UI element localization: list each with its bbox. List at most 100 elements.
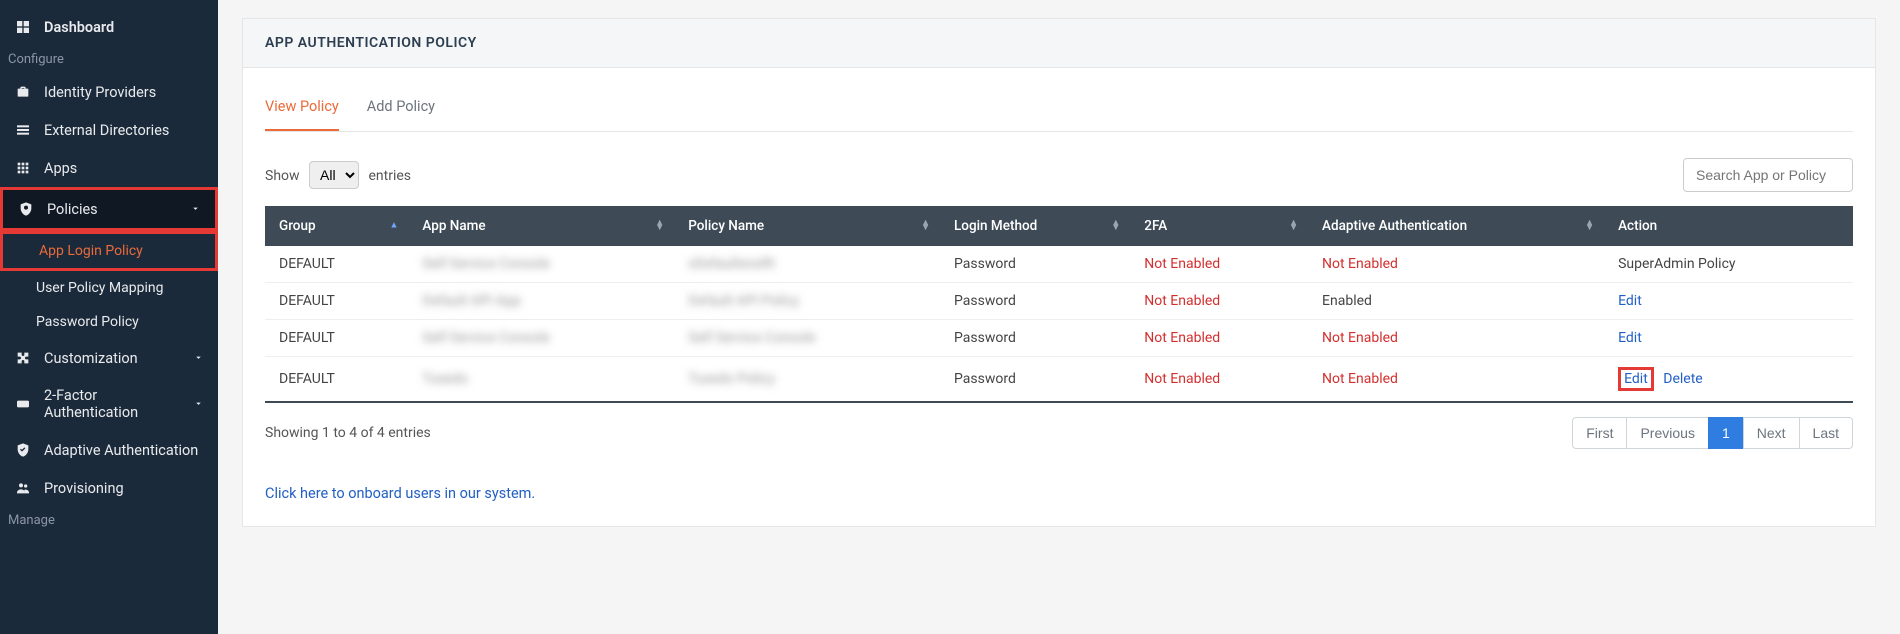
page-next[interactable]: Next bbox=[1743, 417, 1800, 449]
main-content: APP AUTHENTICATION POLICY View Policy Ad… bbox=[218, 0, 1900, 634]
nav-customization[interactable]: Customization bbox=[0, 339, 218, 377]
section-configure: Configure bbox=[0, 46, 218, 73]
entries-control: Show All entries bbox=[265, 161, 411, 189]
subnav-app-login-policy[interactable]: App Login Policy bbox=[3, 234, 215, 268]
sidebar: Dashboard Configure Identity Providers E… bbox=[0, 0, 218, 634]
page-first[interactable]: First bbox=[1572, 417, 1627, 449]
shield-icon bbox=[17, 200, 35, 218]
page-previous[interactable]: Previous bbox=[1626, 417, 1708, 449]
nav-label: Adaptive Authentication bbox=[44, 442, 198, 459]
col-policy-name[interactable]: Policy Name▲▼ bbox=[674, 206, 940, 246]
col-adaptive-auth[interactable]: Adaptive Authentication▲▼ bbox=[1308, 206, 1604, 246]
edit-link-highlighted[interactable]: Edit bbox=[1618, 367, 1654, 391]
tab-add-policy[interactable]: Add Policy bbox=[367, 98, 435, 131]
cell-login-method: Password bbox=[940, 320, 1130, 357]
col-app-name[interactable]: App Name▲▼ bbox=[408, 206, 674, 246]
users-icon bbox=[14, 479, 32, 497]
section-manage: Manage bbox=[0, 507, 218, 534]
app-login-policy-highlight: App Login Policy bbox=[0, 231, 218, 271]
puzzle-icon bbox=[14, 349, 32, 367]
nav-provisioning[interactable]: Provisioning bbox=[0, 469, 218, 507]
search-input[interactable] bbox=[1683, 158, 1853, 192]
cell-2fa: Not Enabled bbox=[1130, 283, 1308, 320]
tabs: View Policy Add Policy bbox=[265, 98, 1853, 132]
grid-icon bbox=[14, 159, 32, 177]
sort-desc-icon: ▼ bbox=[921, 226, 930, 231]
nav-label: Customization bbox=[44, 350, 138, 367]
nav-label: Provisioning bbox=[44, 480, 124, 497]
nav-identity-providers[interactable]: Identity Providers bbox=[0, 73, 218, 111]
sort-desc-icon: ▼ bbox=[1111, 226, 1120, 231]
sort-desc-icon: ▼ bbox=[1289, 226, 1298, 231]
subnav-user-policy-mapping[interactable]: User Policy Mapping bbox=[0, 271, 218, 305]
page-title: APP AUTHENTICATION POLICY bbox=[243, 19, 1875, 68]
cell-2fa: Not Enabled bbox=[1130, 246, 1308, 283]
badge-123-icon bbox=[14, 395, 32, 413]
cell-2fa: Not Enabled bbox=[1130, 320, 1308, 357]
policies-subnav: App Login Policy User Policy Mapping Pas… bbox=[0, 231, 218, 339]
nav-two-factor-auth[interactable]: 2-Factor Authentication bbox=[0, 377, 218, 431]
cell-action: Edit bbox=[1604, 283, 1853, 320]
table-footer: Showing 1 to 4 of 4 entries First Previo… bbox=[265, 417, 1853, 449]
edit-link[interactable]: Edit bbox=[1618, 293, 1642, 309]
cell-policy-name: Default API Policy bbox=[674, 283, 940, 320]
table-controls: Show All entries bbox=[265, 158, 1853, 192]
cell-action: SuperAdmin Policy bbox=[1604, 246, 1853, 283]
cell-app-name: Self Service Console bbox=[408, 320, 674, 357]
cell-policy-name: Self Service Console bbox=[674, 320, 940, 357]
table-body: DEFAULT Self Service Console xDefaultxnx… bbox=[265, 246, 1853, 402]
cell-app-name: Default API App bbox=[408, 283, 674, 320]
col-action: Action bbox=[1604, 206, 1853, 246]
page-last[interactable]: Last bbox=[1799, 417, 1853, 449]
cell-2fa: Not Enabled bbox=[1130, 357, 1308, 403]
col-group[interactable]: Group▲ bbox=[265, 206, 408, 246]
chevron-down-icon bbox=[190, 201, 201, 218]
pagination: First Previous 1 Next Last bbox=[1572, 417, 1853, 449]
nav-label: Apps bbox=[44, 160, 77, 177]
policies-highlight: Policies bbox=[0, 187, 218, 231]
cell-login-method: Password bbox=[940, 357, 1130, 403]
cell-login-method: Password bbox=[940, 246, 1130, 283]
show-label: Show bbox=[265, 168, 300, 184]
cell-app-name: Self Service Console bbox=[408, 246, 674, 283]
onboard-users-link[interactable]: Click here to onboard users in our syste… bbox=[265, 485, 535, 502]
cell-policy-name: Tuxedo Policy bbox=[674, 357, 940, 403]
nav-label: Dashboard bbox=[44, 19, 114, 36]
dashboard-icon bbox=[14, 18, 32, 36]
cell-login-method: Password bbox=[940, 283, 1130, 320]
shield-check-icon bbox=[14, 441, 32, 459]
cell-group: DEFAULT bbox=[265, 357, 408, 403]
nav-label: Identity Providers bbox=[44, 84, 156, 101]
nav-apps[interactable]: Apps bbox=[0, 149, 218, 187]
sort-asc-icon: ▲ bbox=[390, 224, 399, 229]
nav-label: External Directories bbox=[44, 122, 169, 139]
nav-adaptive-auth[interactable]: Adaptive Authentication bbox=[0, 431, 218, 469]
edit-link[interactable]: Edit bbox=[1618, 330, 1642, 346]
cell-adaptive: Not Enabled bbox=[1308, 246, 1604, 283]
page-1[interactable]: 1 bbox=[1708, 417, 1744, 449]
tab-view-policy[interactable]: View Policy bbox=[265, 98, 339, 131]
cell-action: Edit Delete bbox=[1604, 357, 1853, 403]
cell-group: DEFAULT bbox=[265, 246, 408, 283]
policies-table: Group▲ App Name▲▼ Policy Name▲▼ Login Me… bbox=[265, 206, 1853, 403]
nav-label: 2-Factor Authentication bbox=[44, 387, 193, 421]
col-login-method[interactable]: Login Method▲▼ bbox=[940, 206, 1130, 246]
nav-dashboard[interactable]: Dashboard bbox=[0, 8, 218, 46]
nav-external-directories[interactable]: External Directories bbox=[0, 111, 218, 149]
chevron-down-icon bbox=[193, 350, 204, 367]
entries-label: entries bbox=[369, 168, 412, 184]
nav-policies[interactable]: Policies bbox=[3, 190, 215, 228]
col-2fa[interactable]: 2FA▲▼ bbox=[1130, 206, 1308, 246]
cell-action: Edit bbox=[1604, 320, 1853, 357]
entries-select[interactable]: All bbox=[309, 161, 359, 189]
cell-adaptive: Enabled bbox=[1308, 283, 1604, 320]
sort-desc-icon: ▼ bbox=[655, 226, 664, 231]
delete-link[interactable]: Delete bbox=[1663, 371, 1702, 387]
table-row: DEFAULT Self Service Console Self Servic… bbox=[265, 320, 1853, 357]
briefcase-icon bbox=[14, 83, 32, 101]
cell-app-name: Tuxedo bbox=[408, 357, 674, 403]
footer-info: Showing 1 to 4 of 4 entries bbox=[265, 425, 431, 441]
list-icon bbox=[14, 121, 32, 139]
subnav-password-policy[interactable]: Password Policy bbox=[0, 305, 218, 339]
sort-desc-icon: ▼ bbox=[1585, 226, 1594, 231]
